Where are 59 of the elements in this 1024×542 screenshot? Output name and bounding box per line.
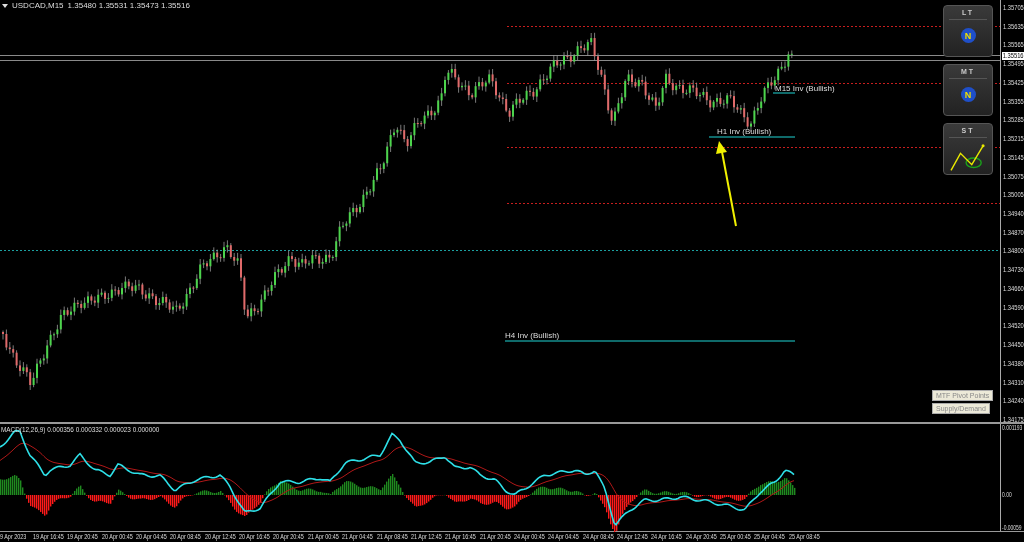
level-label: H4 Inv (Bullish) bbox=[505, 331, 560, 340]
price-label: 1.34800 bbox=[1003, 247, 1024, 256]
time-label: 19 Apr 16:45 bbox=[33, 532, 64, 542]
price-label: 1.35495 bbox=[1003, 60, 1024, 69]
price-label: 1.34310 bbox=[1003, 378, 1024, 387]
current-price-tag: 1.35516 bbox=[1002, 52, 1024, 60]
time-label: 20 Apr 20:45 bbox=[273, 532, 305, 542]
time-label: 25 Apr 00:45 bbox=[720, 532, 751, 542]
price-label: 1.35705 bbox=[1003, 4, 1024, 12]
time-label: 21 Apr 04:45 bbox=[342, 532, 373, 542]
price-label: 1.35005 bbox=[1003, 191, 1024, 200]
time-label: 24 Apr 12:45 bbox=[616, 532, 648, 542]
time-label: 20 Apr 04:45 bbox=[136, 532, 167, 542]
price-label: 1.34730 bbox=[1003, 266, 1024, 275]
price-label: 1.35565 bbox=[1003, 41, 1024, 50]
macd-axis-label: -0.00059 bbox=[1002, 524, 1022, 532]
time-label: 20 Apr 12:45 bbox=[204, 532, 236, 542]
price-label: 1.34175 bbox=[1003, 416, 1024, 425]
macd-axis-label: 0.001193 bbox=[1002, 424, 1023, 432]
price-label: 1.35075 bbox=[1003, 172, 1024, 181]
price-label: 1.35285 bbox=[1003, 116, 1024, 125]
time-label: 21 Apr 16:45 bbox=[445, 532, 477, 542]
price-label: 1.34450 bbox=[1003, 341, 1024, 350]
time-label: 21 Apr 00:45 bbox=[307, 532, 339, 542]
time-label: 24 Apr 08:45 bbox=[582, 532, 614, 542]
time-label: 24 Apr 00:45 bbox=[513, 532, 545, 542]
time-label: 20 Apr 16:45 bbox=[239, 532, 270, 542]
time-label: 21 Apr 20:45 bbox=[479, 532, 511, 542]
price-label: 1.34940 bbox=[1003, 210, 1024, 218]
symbol-label: USDCAD,M15 bbox=[12, 1, 64, 10]
time-label: 25 Apr 04:45 bbox=[754, 532, 786, 542]
macd-label: MACD(12,26,9) 0.000356 0.000332 0.000023 0.000000 bbox=[1, 425, 160, 434]
price-label: 1.34240 bbox=[1003, 397, 1024, 406]
time-label: 24 Apr 04:45 bbox=[548, 532, 580, 542]
price-label: 1.34590 bbox=[1003, 303, 1024, 312]
time-label: 21 Apr 08:45 bbox=[376, 532, 408, 542]
time-label: 20 Apr 00:45 bbox=[101, 532, 133, 542]
time-label: 20 Apr 08:45 bbox=[170, 532, 202, 542]
price-label: 1.34520 bbox=[1003, 322, 1024, 331]
macd-axis-label: 0.00 bbox=[1002, 491, 1012, 499]
price-label: 1.35145 bbox=[1003, 153, 1024, 162]
time-label: 24 Apr 16:45 bbox=[651, 532, 683, 542]
price-label: 1.35425 bbox=[1003, 78, 1024, 87]
level-label: M15 Inv (Bullish) bbox=[775, 84, 835, 93]
time-label: 24 Apr 20:45 bbox=[685, 532, 717, 542]
ohlc-values: 1.35480 1.35531 1.35473 1.35516 bbox=[67, 1, 190, 10]
level-label: H1 Inv (Bullish) bbox=[717, 127, 772, 136]
badge-icon: N bbox=[960, 28, 976, 43]
time-label: 19 Apr 20:45 bbox=[67, 532, 99, 542]
time-label: 21 Apr 12:45 bbox=[410, 532, 442, 542]
price-label: 1.35635 bbox=[1003, 22, 1024, 31]
badge-icon: N bbox=[960, 87, 976, 102]
time-label: 9 Apr 2023 bbox=[0, 532, 27, 542]
time-label: 25 Apr 08:45 bbox=[788, 532, 820, 542]
price-label: 1.34870 bbox=[1003, 228, 1024, 237]
price-label: 1.35215 bbox=[1003, 135, 1024, 144]
price-label: 1.35355 bbox=[1003, 97, 1024, 106]
price-label: 1.34380 bbox=[1003, 359, 1024, 368]
price-label: 1.34660 bbox=[1003, 284, 1024, 293]
